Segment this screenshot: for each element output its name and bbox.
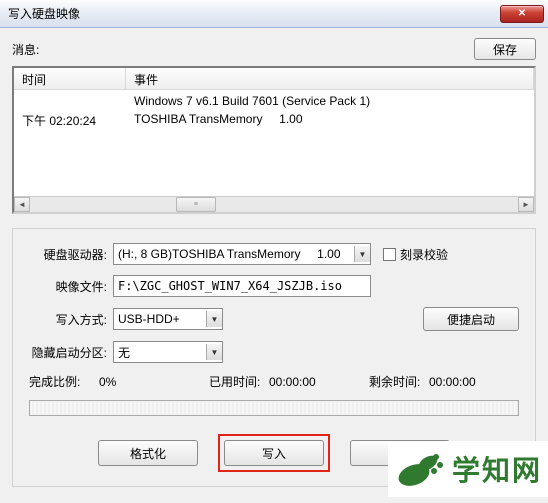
titlebar: 写入硬盘映像 ✕	[0, 0, 548, 28]
log-header-time: 时间	[14, 68, 126, 89]
close-icon: ✕	[518, 9, 526, 19]
save-button[interactable]: 保存	[474, 38, 536, 60]
hidden-partition-label: 隐藏启动分区:	[29, 344, 107, 361]
hidden-partition-combo[interactable]: 无 ▼	[113, 341, 223, 363]
remain-label: 剩余时间:	[369, 373, 429, 390]
chevron-down-icon: ▼	[206, 311, 222, 327]
verify-checkbox[interactable]	[383, 248, 396, 261]
scroll-right-icon[interactable]: ►	[518, 197, 534, 212]
write-mode-combo[interactable]: USB-HDD+ ▼	[113, 308, 223, 330]
write-button-highlight: 写入	[218, 434, 330, 472]
chevron-down-icon: ▼	[206, 344, 222, 360]
write-button[interactable]: 写入	[224, 440, 324, 466]
write-mode-label: 写入方式:	[29, 311, 107, 328]
watermark: 学知网	[388, 441, 548, 497]
image-label: 映像文件:	[29, 278, 107, 295]
scroll-track[interactable]: ≡	[30, 197, 518, 212]
done-pct-value: 0%	[99, 375, 209, 389]
progress-bar	[29, 400, 519, 416]
scroll-thumb[interactable]: ≡	[176, 197, 216, 212]
leaf-icon	[394, 445, 446, 493]
drive-combo[interactable]: (H:, 8 GB)TOSHIBA TransMemory 1.00 ▼	[113, 243, 371, 265]
close-button[interactable]: ✕	[500, 5, 544, 23]
window-title: 写入硬盘映像	[8, 5, 500, 22]
chevron-down-icon: ▼	[354, 246, 370, 262]
scroll-left-icon[interactable]: ◄	[14, 197, 30, 212]
log-header-event: 事件	[126, 68, 534, 89]
elapsed-value: 00:00:00	[269, 375, 369, 389]
done-pct-label: 完成比例:	[29, 373, 99, 390]
log-header: 时间 事件	[14, 68, 534, 90]
elapsed-label: 已用时间:	[209, 373, 269, 390]
drive-label: 硬盘驱动器:	[29, 246, 107, 263]
quick-boot-button[interactable]: 便捷启动	[423, 307, 519, 331]
image-path-input[interactable]	[113, 275, 371, 297]
log-row: 下午 02:20:24 TOSHIBA TransMemory 1.00	[14, 110, 534, 131]
content-area: 消息: 保存 时间 事件 Windows 7 v6.1 Build 7601 (…	[0, 28, 548, 503]
verify-label: 刻录校验	[400, 246, 448, 263]
log-row: Windows 7 v6.1 Build 7601 (Service Pack …	[14, 92, 534, 110]
horizontal-scrollbar[interactable]: ◄ ≡ ►	[14, 196, 534, 212]
watermark-text: 学知网	[452, 449, 542, 489]
messages-label: 消息:	[12, 41, 474, 58]
log-list: 时间 事件 Windows 7 v6.1 Build 7601 (Service…	[12, 66, 536, 214]
format-button[interactable]: 格式化	[98, 440, 198, 466]
status-row: 完成比例: 0% 已用时间: 00:00:00 剩余时间: 00:00:00	[29, 373, 519, 390]
remain-value: 00:00:00	[429, 375, 476, 389]
